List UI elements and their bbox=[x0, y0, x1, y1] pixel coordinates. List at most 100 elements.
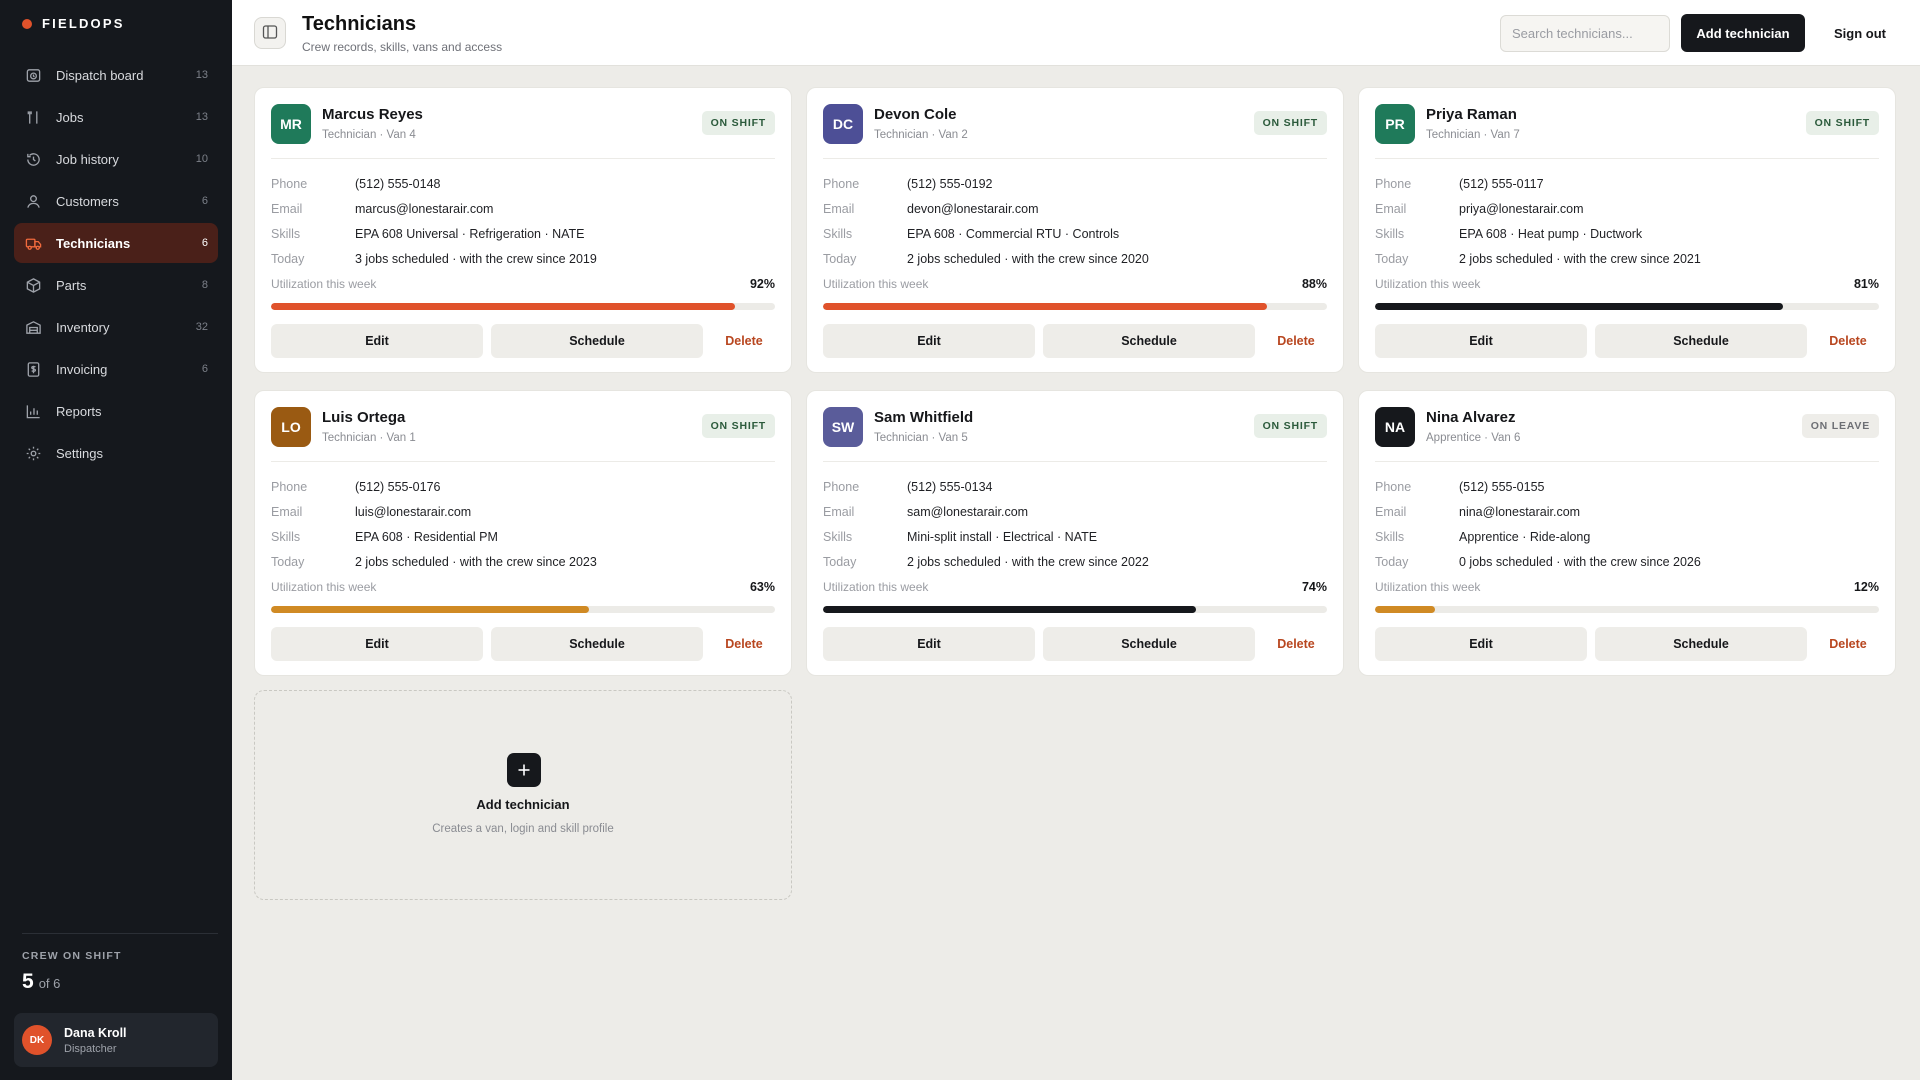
edit-button[interactable]: Edit bbox=[823, 324, 1035, 358]
skills-value: Mini-split install · Electrical · NATE bbox=[907, 529, 1098, 544]
divider bbox=[1375, 461, 1879, 462]
sidebar-item-label: Parts bbox=[56, 277, 87, 293]
edit-button[interactable]: Edit bbox=[1375, 324, 1587, 358]
delete-button[interactable]: Delete bbox=[1815, 324, 1881, 358]
phone-row: Phone (512) 555-0155 bbox=[1375, 474, 1879, 499]
phone-value: (512) 555-0117 bbox=[1459, 176, 1544, 191]
email-label: Email bbox=[1375, 201, 1407, 216]
utilization-label: Utilization this week bbox=[1375, 580, 1481, 594]
utilization-percent: 88% bbox=[1301, 277, 1327, 291]
delete-button[interactable]: Delete bbox=[1815, 627, 1881, 661]
today-value: 2 jobs scheduled · with the crew since 2… bbox=[355, 554, 597, 569]
today-row: Today 3 jobs scheduled · with the crew si… bbox=[271, 246, 775, 271]
avatar: PR bbox=[1375, 104, 1415, 144]
skills-value: EPA 608 · Heat pump · Ductwork bbox=[1459, 226, 1643, 241]
add-technician-button[interactable]: Add technician bbox=[1681, 14, 1805, 52]
technician-details: Phone (512) 555-0117 Email priya@lonestarai… bbox=[1375, 171, 1879, 271]
email-value: nina@lonestarair.com bbox=[1459, 504, 1581, 519]
technician-role: Technician · Van 4 bbox=[322, 129, 416, 141]
utilization-bar bbox=[271, 303, 775, 310]
utilization-percent: 63% bbox=[749, 580, 775, 594]
sidebar-item-jobs[interactable]: Jobs 13 bbox=[14, 97, 218, 137]
status-badge: ON SHIFT bbox=[1253, 414, 1327, 438]
sidebar-toggle-button[interactable] bbox=[254, 17, 286, 49]
schedule-button[interactable]: Schedule bbox=[1595, 627, 1807, 661]
utilization-bar bbox=[823, 606, 1327, 613]
user-profile[interactable]: DK Dana Kroll Dispatcher bbox=[14, 1013, 218, 1067]
technician-details: Phone (512) 555-0134 Email sam@lonestarair.… bbox=[823, 474, 1327, 574]
utilization-label: Utilization this week bbox=[823, 580, 929, 594]
invoice-icon bbox=[24, 360, 42, 378]
edit-button[interactable]: Edit bbox=[823, 627, 1035, 661]
skills-label: Skills bbox=[823, 529, 853, 544]
sidebar-item-label: Invoicing bbox=[56, 361, 108, 377]
delete-button[interactable]: Delete bbox=[711, 627, 777, 661]
phone-row: Phone (512) 555-0176 bbox=[271, 474, 775, 499]
status-badge: ON SHIFT bbox=[701, 111, 775, 135]
divider bbox=[823, 461, 1327, 462]
today-row: Today 2 jobs scheduled · with the crew si… bbox=[1375, 246, 1879, 271]
sidebar-item-technicians[interactable]: Technicians 6 bbox=[14, 223, 218, 263]
search-input[interactable] bbox=[1500, 15, 1670, 52]
crew-on-shift-count: 5 bbox=[22, 970, 34, 993]
sidebar-item-dispatch-board[interactable]: Dispatch board 13 bbox=[14, 55, 218, 95]
divider bbox=[271, 158, 775, 159]
delete-button[interactable]: Delete bbox=[1263, 627, 1329, 661]
status-badge: ON SHIFT bbox=[701, 414, 775, 438]
schedule-button[interactable]: Schedule bbox=[1595, 324, 1807, 358]
sidebar-item-label: Technicians bbox=[56, 235, 131, 251]
schedule-button[interactable]: Schedule bbox=[1043, 627, 1255, 661]
technician-card: SW Sam Whitfield Technician · Van 5 ON SHIF… bbox=[806, 390, 1344, 676]
divider bbox=[271, 461, 775, 462]
edit-button[interactable]: Edit bbox=[271, 627, 483, 661]
skills-value: EPA 608 · Residential PM bbox=[355, 529, 498, 544]
sidebar-item-label: Customers bbox=[56, 193, 119, 209]
page-title: Technicians bbox=[302, 13, 417, 35]
add-technician-card[interactable]: Add technician Creates a van, login and … bbox=[254, 690, 792, 900]
sidebar-item-inventory[interactable]: Inventory 32 bbox=[14, 307, 218, 347]
phone-value: (512) 555-0176 bbox=[355, 479, 441, 494]
schedule-button[interactable]: Schedule bbox=[491, 324, 703, 358]
divider bbox=[1375, 158, 1879, 159]
schedule-button[interactable]: Schedule bbox=[491, 627, 703, 661]
add-technician-title: Add technician bbox=[476, 797, 570, 812]
phone-row: Phone (512) 555-0148 bbox=[271, 171, 775, 196]
skills-label: Skills bbox=[271, 529, 301, 544]
sidebar-item-count: 6 bbox=[201, 363, 208, 375]
sidebar-item-customers[interactable]: Customers 6 bbox=[14, 181, 218, 221]
brand-dot-icon bbox=[22, 18, 32, 29]
sidebar-item-invoicing[interactable]: Invoicing 6 bbox=[14, 349, 218, 389]
sidebar-item-count: 6 bbox=[201, 195, 208, 207]
brand-name: FIELDOPS bbox=[42, 16, 125, 31]
sidebar-item-count: 13 bbox=[195, 111, 208, 123]
delete-button[interactable]: Delete bbox=[711, 324, 777, 358]
utilization-percent: 81% bbox=[1853, 277, 1879, 291]
crew-on-shift-label: CREW ON SHIFT bbox=[22, 950, 122, 962]
skills-label: Skills bbox=[823, 226, 853, 241]
sign-out-button[interactable]: Sign out bbox=[1820, 14, 1900, 52]
phone-label: Phone bbox=[823, 176, 860, 191]
skills-value: EPA 608 Universal · Refrigeration · NATE bbox=[355, 226, 585, 241]
avatar: DK bbox=[22, 1025, 52, 1055]
edit-button[interactable]: Edit bbox=[271, 324, 483, 358]
email-row: Email sam@lonestarair.com bbox=[823, 499, 1327, 524]
avatar: DC bbox=[823, 104, 863, 144]
email-value: sam@lonestarair.com bbox=[907, 504, 1029, 519]
today-row: Today 2 jobs scheduled · with the crew si… bbox=[823, 549, 1327, 574]
skills-value: Apprentice · Ride-along bbox=[1459, 529, 1591, 544]
sidebar-item-job-history[interactable]: Job history 10 bbox=[14, 139, 218, 179]
delete-button[interactable]: Delete bbox=[1263, 324, 1329, 358]
technician-card: NA Nina Alvarez Apprentice · Van 6 ON LEAVE… bbox=[1358, 390, 1896, 676]
phone-value: (512) 555-0155 bbox=[1459, 479, 1545, 494]
brand-logo[interactable]: FIELDOPS bbox=[22, 16, 125, 31]
page-subtitle: Crew records, skills, vans and access bbox=[302, 40, 503, 54]
phone-label: Phone bbox=[1375, 479, 1412, 494]
edit-button[interactable]: Edit bbox=[1375, 627, 1587, 661]
plus-icon bbox=[507, 753, 541, 787]
sidebar-item-count: 8 bbox=[201, 279, 208, 291]
sidebar-item-reports[interactable]: Reports bbox=[14, 391, 218, 431]
sidebar-item-settings[interactable]: Settings bbox=[14, 433, 218, 473]
sidebar-item-parts[interactable]: Parts 8 bbox=[14, 265, 218, 305]
schedule-button[interactable]: Schedule bbox=[1043, 324, 1255, 358]
status-badge: ON LEAVE bbox=[1801, 414, 1879, 438]
